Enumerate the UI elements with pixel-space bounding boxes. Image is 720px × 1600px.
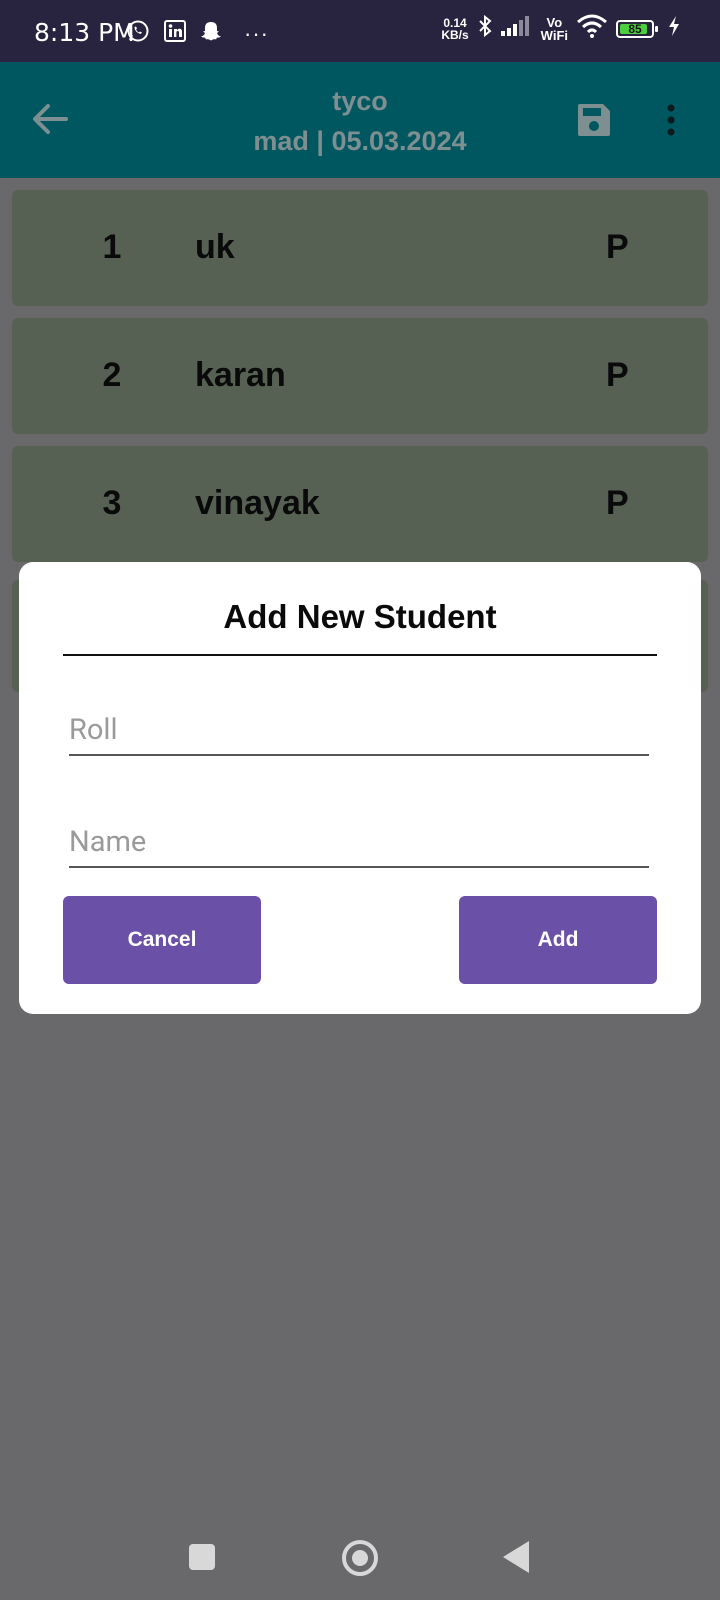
back-icon[interactable] [503,1541,529,1573]
signal-icon [500,16,533,41]
dialog-divider [63,654,657,656]
name-input[interactable] [69,818,649,868]
recents-icon[interactable] [189,1544,215,1570]
bluetooth-icon [477,14,493,43]
attendance-status[interactable]: P [606,484,629,523]
student-name: karan [195,356,286,394]
student-row[interactable]: 3 vinayak P [12,446,708,562]
roll-input[interactable] [69,706,649,756]
system-icons: 0.14 KB/s Vo WiFi 85 [441,14,680,43]
app-bar: tyco mad | 05.03.2024 [0,62,720,178]
attendance-status[interactable]: P [606,356,629,395]
status-bar: 8:13 PM ··· 0.14 KB/s Vo WiFi 85 [0,0,720,62]
page-title: tyco [332,86,388,116]
more-notifications-icon: ··· [244,20,269,46]
whatsapp-icon [126,19,150,48]
battery-icon: 85 [616,19,658,38]
vowifi-indicator: Vo WiFi [540,14,568,43]
dialog-title: Add New Student [223,598,497,635]
student-row[interactable]: 2 karan P [12,318,708,434]
student-name: uk [195,228,235,266]
attendance-status[interactable]: P [606,228,629,267]
charging-icon [668,16,680,41]
more-options-icon[interactable] [666,104,676,141]
wifi-icon [576,14,608,43]
add-button[interactable]: Add [459,896,657,984]
home-icon[interactable] [342,1540,378,1576]
status-time: 8:13 PM [34,18,135,47]
save-icon[interactable] [576,102,612,143]
student-roll: 1 [102,228,122,266]
linkedin-icon [164,20,186,47]
network-speed: 0.14 KB/s [441,15,469,42]
page-subtitle: mad | 05.03.2024 [253,126,467,156]
roll-field [69,706,649,756]
name-field [69,818,649,868]
snapchat-icon [200,20,222,47]
add-student-dialog: Add New Student Cancel Add [19,562,701,1014]
notification-icons: ··· [126,19,269,48]
student-roll: 3 [102,484,122,522]
cancel-button[interactable]: Cancel [63,896,261,984]
student-name: vinayak [195,484,320,522]
student-row[interactable]: 1 uk P [12,190,708,306]
student-roll: 2 [102,356,122,394]
